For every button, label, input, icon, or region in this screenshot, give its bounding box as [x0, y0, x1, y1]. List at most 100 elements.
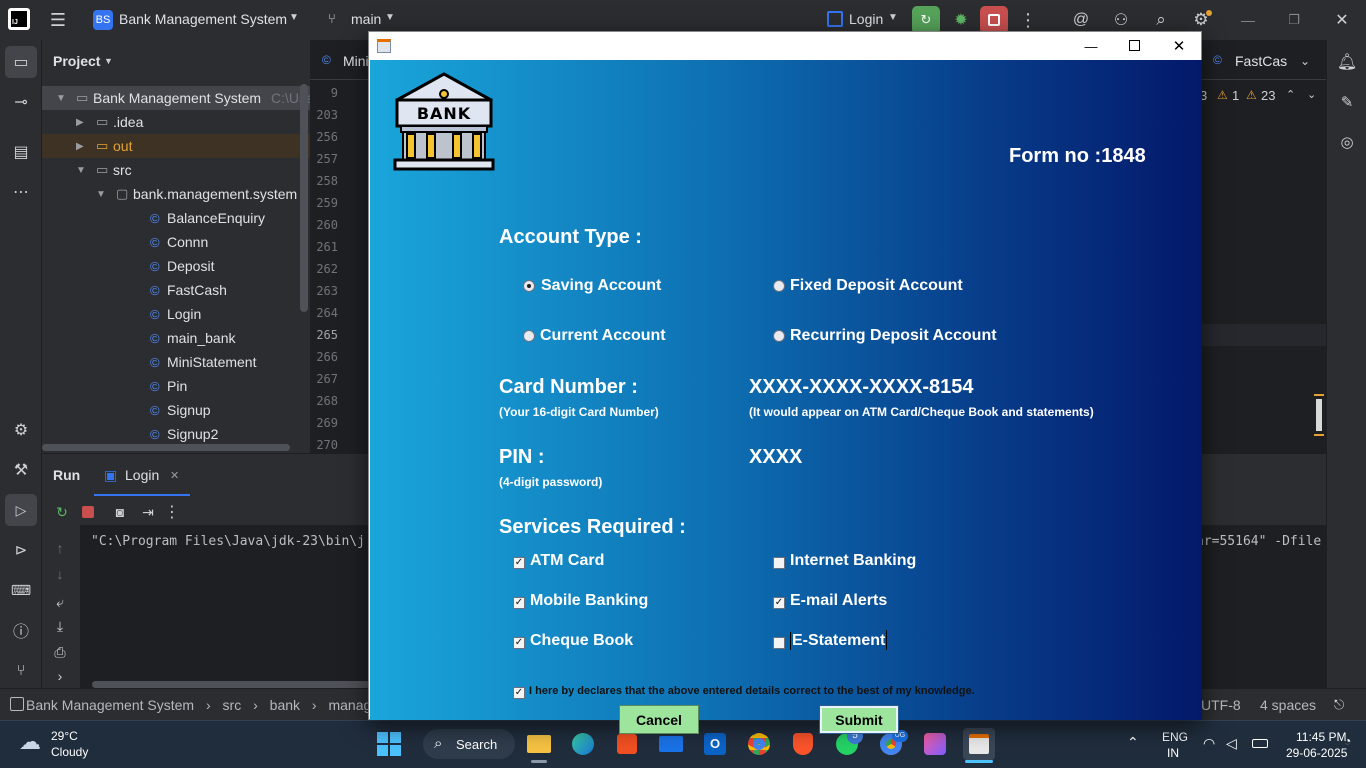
run-tab[interactable]: Run	[53, 467, 80, 483]
chrome-icon[interactable]	[743, 728, 775, 760]
notification-bell-icon[interactable]: ◔	[1344, 734, 1351, 748]
fixed-deposit-radio[interactable]	[773, 280, 785, 292]
clock-time[interactable]: 11:45 PM	[1296, 730, 1346, 744]
windows-start-icon[interactable]	[373, 728, 405, 760]
weather-temp[interactable]: 29°C	[51, 729, 78, 743]
wifi-icon[interactable]: ◠	[1203, 735, 1215, 752]
line-number[interactable]: 203	[310, 108, 368, 122]
fixed-deposit-label[interactable]: Fixed Deposit Account	[790, 277, 963, 295]
close-icon[interactable]: ✕	[1169, 36, 1189, 56]
line-number[interactable]: 257	[310, 152, 368, 166]
down-icon[interactable]: ↓	[50, 564, 70, 584]
breadcrumb-item[interactable]: src	[223, 697, 242, 713]
branch-name[interactable]: main	[351, 11, 381, 27]
saving-account-radio[interactable]	[523, 280, 535, 292]
language-top[interactable]: ENG	[1162, 730, 1188, 744]
clock-date[interactable]: 29-06-2025	[1286, 746, 1347, 760]
tree-item[interactable]: © Login	[42, 302, 310, 326]
ai-chat-icon[interactable]: ✎	[1335, 90, 1359, 114]
tree-item[interactable]: ▼ ▭ Bank Management System C:\Use	[42, 86, 310, 110]
next-highlight-icon[interactable]: ⌄	[1307, 88, 1316, 101]
language-bottom[interactable]: IN	[1167, 746, 1179, 760]
battery-icon[interactable]	[1252, 739, 1268, 748]
tree-item[interactable]: © FastCash	[42, 278, 310, 302]
chevron-down-icon[interactable]: ▼	[289, 12, 299, 23]
declaration-checkbox[interactable]: ✓	[513, 687, 525, 699]
project-name[interactable]: Bank Management System	[119, 11, 287, 27]
problems-icon[interactable]: ⓘ	[9, 618, 33, 642]
weather-desc[interactable]: Cloudy	[51, 745, 88, 759]
structure-icon[interactable]: ▤	[9, 140, 33, 164]
rerun-icon[interactable]: ↻	[52, 502, 72, 522]
breadcrumb-item[interactable]: bank	[270, 697, 300, 713]
tree-item[interactable]: © Connn	[42, 230, 310, 254]
ai-assistant-icon[interactable]: @	[1069, 8, 1093, 32]
line-number[interactable]: 269	[310, 416, 368, 430]
line-number[interactable]: 256	[310, 130, 368, 144]
intellij-logo-icon[interactable]: IJ	[8, 8, 30, 30]
panel-title[interactable]: Project	[53, 53, 100, 69]
chevron-down-icon[interactable]: ▼	[104, 56, 113, 66]
mobile-banking-label[interactable]: Mobile Banking	[530, 592, 648, 610]
terminal-icon[interactable]: ⌨	[9, 578, 33, 602]
declaration-text[interactable]: I here by declares that the above entere…	[529, 685, 975, 697]
volume-icon[interactable]: ◁	[1226, 735, 1237, 752]
line-number[interactable]: 260	[310, 218, 368, 232]
edge-icon[interactable]	[567, 728, 599, 760]
recurring-deposit-radio[interactable]	[773, 330, 785, 342]
stop-icon[interactable]	[82, 506, 94, 518]
atm-card-checkbox[interactable]: ✓	[513, 557, 525, 569]
line-number[interactable]: 259	[310, 196, 368, 210]
tree-item[interactable]: © main_bank	[42, 326, 310, 350]
breadcrumb-item[interactable]: Bank Management System	[26, 697, 194, 713]
line-number[interactable]: 266	[310, 350, 368, 364]
tree-item[interactable]: © Pin	[42, 374, 310, 398]
chevron-right-icon[interactable]: ▶	[76, 141, 84, 152]
restore-icon[interactable]: ❐	[1284, 8, 1304, 32]
file-explorer-icon[interactable]	[523, 728, 555, 760]
tab-menu-chevron-icon[interactable]: ⌄	[1300, 54, 1310, 68]
java-app-taskbar-icon[interactable]	[963, 728, 995, 760]
chevron-right-icon[interactable]: ▶	[76, 117, 84, 128]
print-icon[interactable]: ⎙	[50, 642, 70, 662]
project-folder-icon[interactable]: ▭	[5, 46, 37, 78]
tree-item[interactable]: © Signup	[42, 398, 310, 422]
soft-wrap-icon[interactable]: ⤶	[50, 592, 70, 612]
mobile-banking-checkbox[interactable]: ✓	[513, 597, 525, 609]
e-statement-checkbox[interactable]	[773, 637, 785, 649]
scroll-end-icon[interactable]: ⤓	[50, 616, 70, 636]
intellij-taskbar-icon[interactable]	[919, 728, 951, 760]
chevron-down-icon[interactable]: ▼	[96, 189, 106, 200]
more-icon[interactable]: ⋮	[162, 502, 182, 522]
stop-icon[interactable]	[980, 6, 1008, 34]
rerun-icon[interactable]: ↻	[912, 6, 940, 34]
close-tab-icon[interactable]: ✕	[170, 469, 179, 482]
tree-item[interactable]: ▼ ▢ bank.management.system	[42, 182, 310, 206]
run-tool-icon[interactable]: ▷	[5, 494, 37, 526]
chevron-down-icon[interactable]: ▼	[56, 93, 66, 104]
cheque-book-label[interactable]: Cheque Book	[530, 632, 633, 650]
tree-item[interactable]: © MiniStatement	[42, 350, 310, 374]
search-icon[interactable]: ⌕	[1149, 8, 1173, 32]
line-number[interactable]: 263	[310, 284, 368, 298]
editor-tab-right[interactable]: FastCas	[1235, 53, 1287, 69]
camera-icon[interactable]: ◙	[110, 502, 130, 522]
inspection-count-weak[interactable]: 23	[1261, 88, 1275, 103]
chevron-down-icon[interactable]: ▼	[888, 12, 898, 23]
tree-item[interactable]: © BalanceEnquiry	[42, 206, 310, 230]
up-icon[interactable]: ↑	[50, 538, 70, 558]
line-number[interactable]: 261	[310, 240, 368, 254]
current-account-radio[interactable]	[523, 330, 535, 342]
email-alerts-label[interactable]: E-mail Alerts	[790, 592, 887, 610]
line-number[interactable]: 258	[310, 174, 368, 188]
line-number[interactable]: 267	[310, 372, 368, 386]
line-number[interactable]: 268	[310, 394, 368, 408]
debug-icon[interactable]: ✹	[949, 8, 973, 32]
tree-hscrollbar[interactable]	[42, 444, 290, 451]
commit-icon[interactable]: ⊸	[9, 90, 33, 114]
current-account-label[interactable]: Current Account	[540, 327, 666, 345]
line-number[interactable]: 9	[310, 86, 368, 100]
line-number[interactable]: 270	[310, 438, 368, 452]
atm-card-label[interactable]: ATM Card	[530, 552, 604, 570]
prev-highlight-icon[interactable]: ⌃	[1286, 88, 1295, 101]
